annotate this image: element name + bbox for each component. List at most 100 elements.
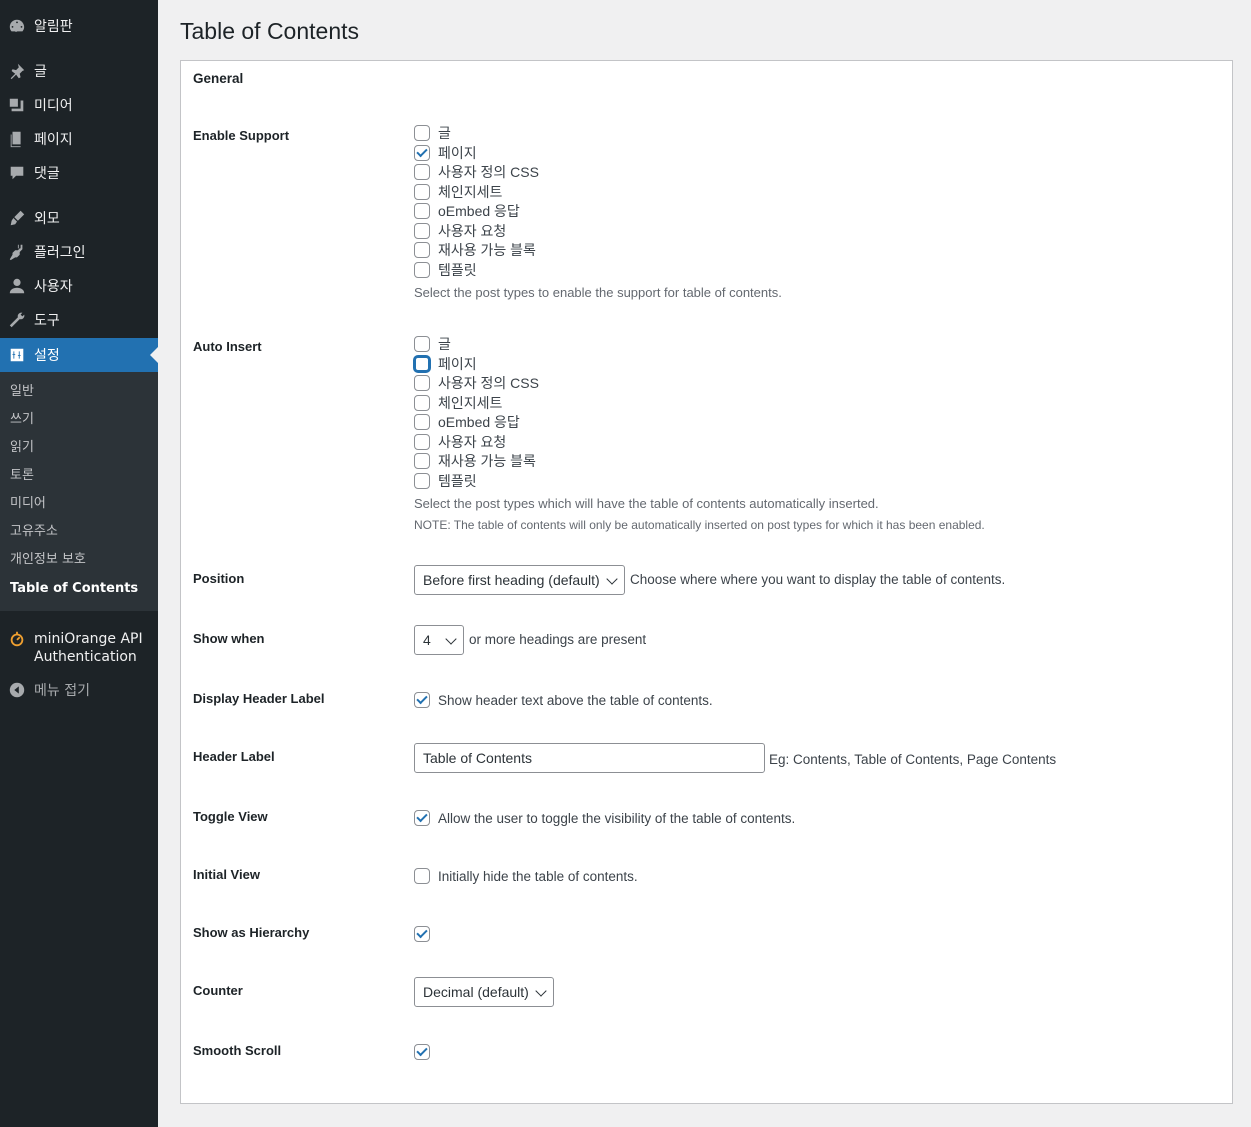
section-title: General [193,71,244,86]
submenu-media[interactable]: 미디어 [10,494,46,514]
enable-support-checkbox[interactable] [414,125,430,141]
smooth-scroll-row [414,1042,438,1062]
header-label-input[interactable]: Table of Contents [414,743,765,773]
submenu-discussion[interactable]: 토론 [10,466,34,486]
menu-appearance[interactable]: 외모 [0,201,158,235]
auto-insert-label: Auto Insert [193,339,262,354]
auto-insert-checkbox[interactable] [414,453,430,469]
enable-support-checkbox[interactable] [414,164,430,180]
auto-insert-option-label: 사용자 요청 [438,433,507,450]
auto-insert-option-label: 체인지세트 [438,394,503,411]
menu-settings[interactable]: 설정 [0,338,158,372]
auto-insert-option-label: 페이지 [438,355,477,372]
chevron-down-icon [606,573,618,585]
display-header-label-checkbox[interactable] [414,692,430,708]
chevron-down-icon [445,633,457,645]
auto-insert-checkbox[interactable] [414,394,430,411]
initial-view-text: Initially hide the table of contents. [438,868,638,884]
chevron-down-icon [535,985,547,997]
auto-insert-option: 체인지세트 [414,393,502,413]
auto-insert-option-label: oEmbed 응답 [438,414,520,430]
auto-insert-checkbox[interactable] [414,414,430,430]
menu-posts-label: 글 [34,64,47,80]
position-label: Position [193,571,245,586]
position-select[interactable]: Before first heading (default) [414,565,625,595]
initial-view-checkbox[interactable] [414,868,430,884]
page-title: Table of Contents [180,18,360,44]
auto-insert-option: 글 [414,334,451,354]
initial-view-row: Initially hide the table of contents. [414,866,638,886]
menu-pages[interactable]: 페이지 [0,122,158,156]
toggle-view-checkbox[interactable] [414,810,430,826]
auto-insert-checkbox[interactable] [414,375,430,391]
show-as-hierarchy-checkbox[interactable] [414,926,430,942]
enable-support-checkbox[interactable] [414,242,430,258]
smooth-scroll-label: Smooth Scroll [193,1043,282,1058]
collapse-menu-label: 메뉴 접기 [34,683,90,699]
enable-support-checkbox[interactable] [414,222,430,239]
menu-tools[interactable]: 도구 [0,303,158,337]
toggle-view-text: Allow the user to toggle the visibility … [438,810,796,826]
submenu-general[interactable]: 일반 [10,382,34,402]
auto-insert-option: 템플릿 [414,471,477,491]
menu-settings-label: 설정 [34,348,60,364]
submenu-reading[interactable]: 읽기 [10,438,34,458]
menu-plugins[interactable]: 플러그인 [0,235,158,269]
auto-insert-option: oEmbed 응답 [414,412,520,432]
show-when-select[interactable]: 4 [414,625,464,655]
enable-support-option: 사용자 요청 [414,221,506,241]
enable-support-option-label: 페이지 [438,144,477,161]
submenu-writing[interactable]: 쓰기 [10,410,34,430]
enable-support-option: 체인지세트 [414,182,502,202]
menu-users[interactable]: 사용자 [0,269,158,303]
pin-icon [0,62,34,80]
submenu-permalinks[interactable]: 고유주소 [10,522,58,542]
auto-insert-option: 사용자 요청 [414,432,506,452]
menu-miniorange[interactable]: miniOrange API Authentication [0,630,158,670]
user-icon [0,277,34,295]
position-help: Choose where where you want to display t… [630,572,1006,587]
auto-insert-option-label: 사용자 정의 CSS [438,375,539,391]
enable-support-checkbox[interactable] [414,144,430,161]
counter-select[interactable]: Decimal (default) [414,977,554,1007]
counter-select-value: Decimal (default) [423,984,529,1000]
initial-view-label: Initial View [193,867,260,882]
auto-insert-option-label: 글 [438,336,451,352]
counter-label: Counter [193,983,243,998]
auto-insert-option-label: 재사용 가능 블록 [438,453,536,469]
auto-insert-checkbox[interactable] [414,433,430,450]
menu-dashboard[interactable]: 알림판 [0,9,158,43]
show-when-select-value: 4 [423,632,431,648]
collapse-menu-button[interactable]: 메뉴 접기 [0,673,158,707]
submenu-table-of-contents[interactable]: Table of Contents [10,579,138,599]
enable-support-option: 템플릿 [414,260,477,280]
smooth-scroll-checkbox[interactable] [414,1044,430,1060]
enable-support-label: Enable Support [193,128,290,143]
toggle-view-row: Allow the user to toggle the visibility … [414,808,795,828]
enable-support-checkbox[interactable] [414,203,430,219]
settings-submenu: 일반 쓰기 읽기 토론 미디어 고유주소 개인정보 보호 Table of Co… [0,372,158,611]
menu-miniorange-line1: miniOrange API [34,631,143,647]
miniorange-icon [0,630,34,648]
auto-insert-checkbox[interactable] [414,355,430,372]
auto-insert-option: 사용자 정의 CSS [414,373,539,393]
enable-support-checkbox[interactable] [414,261,430,278]
enable-support-checkbox[interactable] [414,183,430,200]
brush-icon [0,209,34,227]
enable-support-option-label: 재사용 가능 블록 [438,242,536,258]
menu-media[interactable]: 미디어 [0,88,158,122]
menu-comments[interactable]: 댓글 [0,156,158,190]
comment-icon [0,164,34,182]
menu-plugins-label: 플러그인 [34,245,86,261]
display-header-label-text: Show header text above the table of cont… [438,692,713,708]
menu-posts[interactable]: 글 [0,54,158,88]
menu-users-label: 사용자 [34,279,73,295]
auto-insert-checkbox[interactable] [414,472,430,489]
auto-insert-description: Select the post types which will have th… [414,496,879,511]
header-label-input-value: Table of Contents [423,750,532,766]
auto-insert-option: 재사용 가능 블록 [414,451,536,471]
dashboard-icon [0,17,34,35]
auto-insert-checkbox[interactable] [414,336,430,352]
enable-support-option: 재사용 가능 블록 [414,240,536,260]
submenu-privacy[interactable]: 개인정보 보호 [10,550,86,570]
